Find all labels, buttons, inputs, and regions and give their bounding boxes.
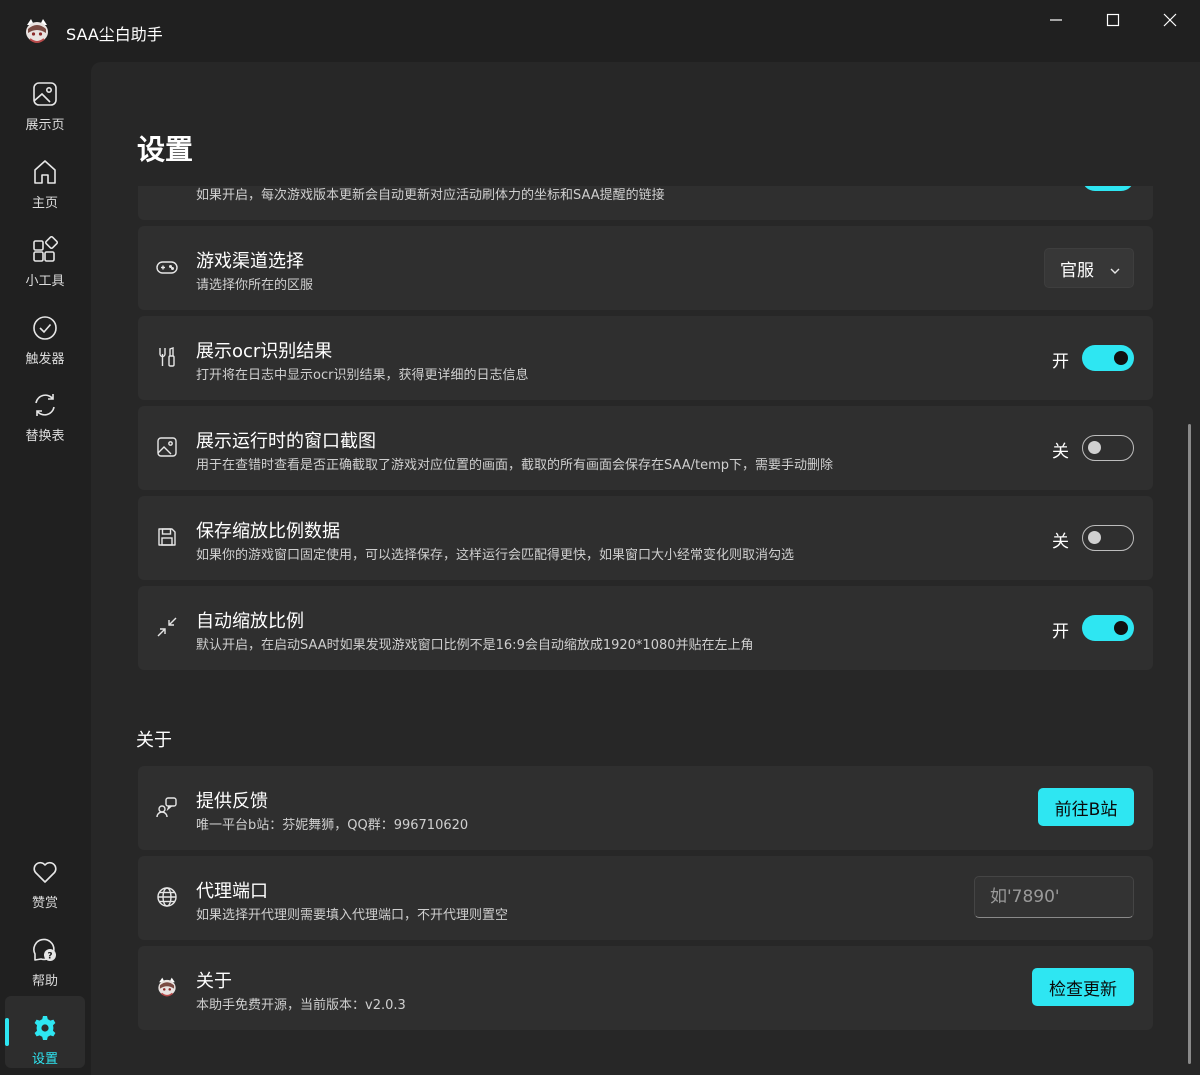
card-title: 保存缩放比例数据 [196,521,340,542]
ocr-switch[interactable] [1082,345,1134,371]
settings-card-screenshot: 展示运行时的窗口截图 用于在查错时查看是否正确截取了游戏对应位置的画面，截取的所… [138,406,1153,490]
card-title: 提供反馈 [196,791,268,812]
settings-card-ocr: 展示ocr识别结果 打开将在日志中显示ocr识别结果，获得更详细的日志信息 开 [138,316,1153,400]
sidebar-item-label: 赞赏 [31,896,58,911]
app-logo-icon [24,17,50,45]
card-description: 本助手免费开源，当前版本：v2.0.3 [196,998,406,1013]
active-indicator [5,1018,9,1046]
goto-bilibili-button[interactable]: 前往B站 [1038,788,1134,826]
card-description: 如果你的游戏窗口固定使用，可以选择保存，这样运行会匹配得更快，如果窗口大小经常变… [196,548,795,563]
switch-state-label: 关 [1052,532,1069,552]
card-description: 用于在查错时查看是否正确截取了游戏对应位置的画面，截取的所有画面会保存在SAA/… [196,458,834,473]
sidebar-item-tools[interactable]: 小工具 [5,218,85,290]
minimize-button[interactable] [1036,8,1076,32]
card-description: 如果选择开代理则需要填入代理端口，不开代理则置空 [196,908,509,923]
svg-text:?: ? [47,952,52,962]
check-circle-icon [33,316,57,340]
card-title: 展示运行时的窗口截图 [196,431,376,452]
app-avatar-icon [155,975,179,999]
sidebar-item-label: 小工具 [25,274,65,289]
title-bar: SAA尘白助手 [0,0,1200,62]
settings-card-auto-update: 如果开启，每次游戏版本更新会自动更新对应活动刷体力的坐标和SAA提醒的链接 [138,186,1153,220]
switch-state-label: 关 [1052,442,1069,462]
tools-icon [155,345,179,369]
heart-icon [33,861,57,883]
sidebar-item-replace[interactable]: 替换表 [5,373,85,445]
chevron-down-icon [1109,262,1121,282]
card-description: 如果开启，每次游戏版本更新会自动更新对应活动刷体力的坐标和SAA提醒的链接 [196,188,665,203]
maximize-button[interactable] [1093,8,1133,32]
section-label-about: 关于 [136,730,172,751]
image-icon [33,82,57,106]
close-button[interactable] [1150,8,1190,32]
sidebar-item-help[interactable]: ? 帮助 [5,918,85,990]
card-title: 游戏渠道选择 [196,251,304,272]
check-update-button[interactable]: 检查更新 [1032,968,1134,1006]
scrollbar[interactable] [1188,424,1191,1064]
apps-icon [33,236,59,262]
card-title: 展示ocr识别结果 [196,341,333,362]
proxy-port-input[interactable] [974,876,1134,918]
sidebar-item-home[interactable]: 主页 [5,140,85,212]
sidebar-item-label: 触发器 [25,352,65,367]
card-description: 默认开启，在启动SAA时如果发现游戏窗口比例不是16:9会自动缩放成1920*1… [196,638,754,653]
settings-scroll-area[interactable]: 如果开启，每次游戏版本更新会自动更新对应活动刷体力的坐标和SAA提醒的链接 游戏… [91,186,1200,1075]
settings-card-channel: 游戏渠道选择 请选择你所在的区服 官服 [138,226,1153,310]
gamepad-icon [155,255,179,279]
card-description: 请选择你所在的区服 [196,278,314,293]
settings-card-save-ratio: 保存缩放比例数据 如果你的游戏窗口固定使用，可以选择保存，这样运行会匹配得更快，… [138,496,1153,580]
sidebar-item-label: 展示页 [25,118,65,133]
sidebar-item-label: 替换表 [25,429,65,444]
card-description: 唯一平台b站：芬妮舞狮，QQ群：996710620 [196,818,469,833]
shrink-icon [155,615,179,639]
settings-card-feedback: 提供反馈 唯一平台b站：芬妮舞狮，QQ群：996710620 前往B站 [138,766,1153,850]
card-title: 关于 [196,971,232,992]
sidebar-item-donate[interactable]: 赞赏 [5,840,85,912]
settings-card-about: 关于 本助手免费开源，当前版本：v2.0.3 检查更新 [138,946,1153,1030]
image-icon [155,435,179,459]
save-ratio-switch[interactable] [1082,525,1134,551]
globe-icon [155,885,179,909]
home-icon [34,160,56,184]
dropdown-value: 官服 [1060,260,1094,281]
sidebar-item-label: 设置 [31,1052,58,1067]
app-title: SAA尘白助手 [66,25,163,44]
sidebar: 展示页 主页 小工具 触发器 替换表 赞赏 ? 帮助 设置 [0,62,90,1075]
settings-content: 设置 如果开启，每次游戏版本更新会自动更新对应活动刷体力的坐标和SAA提醒的链接… [91,62,1200,1075]
switch-state-label: 开 [1052,352,1069,372]
card-title: 代理端口 [196,881,268,902]
settings-card-proxy: 代理端口 如果选择开代理则需要填入代理端口，不开代理则置空 [138,856,1153,940]
feedback-icon [155,795,179,819]
sidebar-item-label: 主页 [31,196,58,211]
refresh-icon [35,394,55,416]
settings-card-auto-scale: 自动缩放比例 默认开启，在启动SAA时如果发现游戏窗口比例不是16:9会自动缩放… [138,586,1153,670]
card-description: 打开将在日志中显示ocr识别结果，获得更详细的日志信息 [196,368,529,383]
sidebar-item-showcase[interactable]: 展示页 [5,62,85,134]
card-title: 自动缩放比例 [196,611,304,632]
page-title: 设置 [137,133,194,166]
sidebar-item-triggers[interactable]: 触发器 [5,296,85,368]
sidebar-item-label: 帮助 [31,974,58,989]
screenshot-switch[interactable] [1082,435,1134,461]
sidebar-item-settings[interactable]: 设置 [5,996,85,1068]
gear-icon [34,1016,56,1040]
auto-scale-switch[interactable] [1082,615,1134,641]
switch-state-label: 开 [1052,622,1069,642]
auto-update-switch[interactable] [1082,186,1134,191]
help-icon: ? [33,938,56,962]
save-icon [155,525,179,549]
channel-dropdown[interactable]: 官服 [1044,248,1134,288]
